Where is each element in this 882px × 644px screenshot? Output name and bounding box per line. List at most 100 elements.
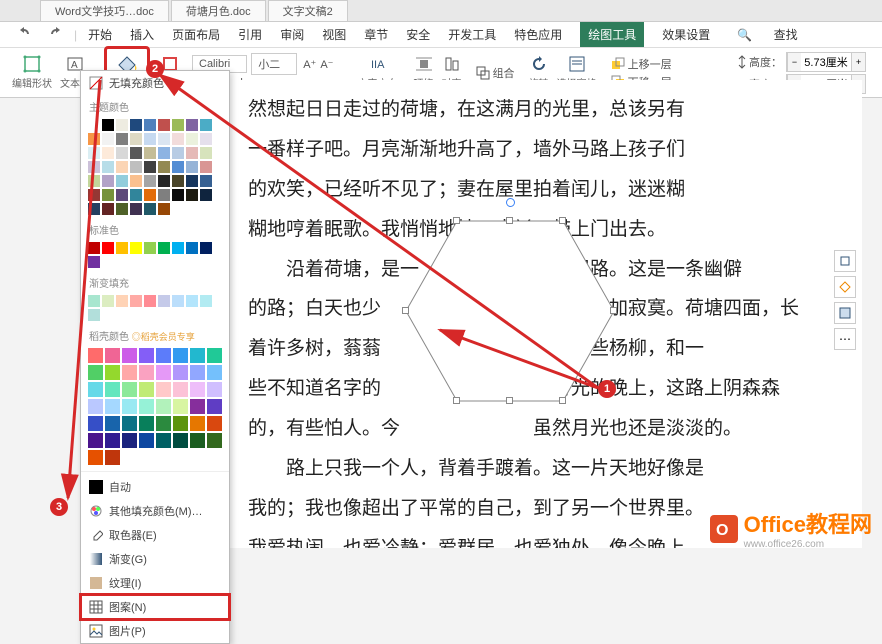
color-swatch[interactable] — [122, 348, 137, 363]
color-swatch[interactable] — [172, 133, 184, 145]
color-swatch[interactable] — [116, 161, 128, 173]
ribbon-tab-references[interactable]: 引用 — [238, 26, 262, 43]
color-swatch[interactable] — [190, 348, 205, 363]
eyedropper-item[interactable]: 取色器(E) — [81, 523, 229, 547]
ribbon-tab-insert[interactable]: 插入 — [130, 26, 154, 43]
resize-handle[interactable] — [506, 397, 513, 404]
picture-item[interactable]: 图片(P) — [81, 619, 229, 643]
color-swatch[interactable] — [156, 416, 171, 431]
more-colors-item[interactable]: 其他填充颜色(M)… — [81, 499, 229, 523]
color-swatch[interactable] — [173, 416, 188, 431]
color-swatch[interactable] — [88, 242, 100, 254]
color-swatch[interactable] — [144, 133, 156, 145]
ribbon-tab-view[interactable]: 视图 — [322, 26, 346, 43]
color-swatch[interactable] — [186, 147, 198, 159]
color-swatch[interactable] — [172, 189, 184, 201]
color-swatch[interactable] — [190, 433, 205, 448]
resize-handle[interactable] — [506, 217, 513, 224]
color-swatch[interactable] — [102, 161, 114, 173]
auto-color-item[interactable]: 自动 — [81, 475, 229, 499]
color-swatch[interactable] — [116, 133, 128, 145]
color-swatch[interactable] — [105, 433, 120, 448]
color-swatch[interactable] — [200, 189, 212, 201]
color-swatch[interactable] — [158, 161, 170, 173]
color-swatch[interactable] — [116, 295, 128, 307]
color-swatch[interactable] — [139, 365, 154, 380]
color-swatch[interactable] — [122, 399, 137, 414]
color-swatch[interactable] — [158, 133, 170, 145]
color-swatch[interactable] — [116, 119, 128, 131]
color-swatch[interactable] — [88, 256, 100, 268]
color-swatch[interactable] — [200, 242, 212, 254]
color-swatch[interactable] — [88, 175, 100, 187]
color-swatch[interactable] — [173, 348, 188, 363]
color-swatch[interactable] — [173, 365, 188, 380]
color-swatch[interactable] — [156, 348, 171, 363]
color-swatch[interactable] — [207, 365, 222, 380]
ribbon-tab-dev[interactable]: 开发工具 — [448, 26, 496, 43]
color-swatch[interactable] — [102, 175, 114, 187]
ribbon-tab-layout[interactable]: 页面布局 — [172, 26, 220, 43]
color-swatch[interactable] — [186, 175, 198, 187]
color-swatch[interactable] — [172, 119, 184, 131]
resize-handle[interactable] — [610, 307, 617, 314]
color-swatch[interactable] — [207, 382, 222, 397]
ribbon-tab-drawing-active[interactable]: 绘图工具 — [580, 22, 644, 47]
color-swatch[interactable] — [88, 348, 103, 363]
find-command[interactable]: 🔍 查找 — [728, 26, 806, 43]
color-swatch[interactable] — [207, 416, 222, 431]
color-swatch[interactable] — [130, 203, 142, 215]
pattern-item[interactable]: 图案(N) — [81, 595, 229, 619]
color-swatch[interactable] — [122, 365, 137, 380]
color-swatch[interactable] — [207, 433, 222, 448]
color-swatch[interactable] — [158, 242, 170, 254]
color-swatch[interactable] — [88, 147, 100, 159]
color-swatch[interactable] — [88, 161, 100, 173]
edit-shape-button[interactable]: 编辑形状 — [8, 53, 56, 92]
height-input[interactable] — [801, 56, 851, 68]
color-swatch[interactable] — [158, 189, 170, 201]
color-swatch[interactable] — [88, 295, 100, 307]
color-swatch[interactable] — [130, 147, 142, 159]
color-swatch[interactable] — [190, 399, 205, 414]
color-swatch[interactable] — [172, 295, 184, 307]
color-swatch[interactable] — [139, 348, 154, 363]
color-swatch[interactable] — [158, 119, 170, 131]
layout-option-button[interactable] — [834, 250, 856, 272]
layout-option-button[interactable] — [834, 276, 856, 298]
color-swatch[interactable] — [105, 399, 120, 414]
color-swatch[interactable] — [116, 147, 128, 159]
doc-tab-3[interactable]: 文字文稿2 — [268, 0, 348, 21]
color-swatch[interactable] — [144, 295, 156, 307]
color-swatch[interactable] — [200, 295, 212, 307]
color-swatch[interactable] — [156, 365, 171, 380]
color-swatch[interactable] — [88, 433, 103, 448]
color-swatch[interactable] — [186, 133, 198, 145]
color-swatch[interactable] — [88, 382, 103, 397]
color-swatch[interactable] — [88, 416, 103, 431]
shrink-font-icon[interactable]: A⁻ — [320, 58, 333, 71]
color-swatch[interactable] — [105, 382, 120, 397]
color-swatch[interactable] — [172, 242, 184, 254]
color-swatch[interactable] — [102, 119, 114, 131]
color-swatch[interactable] — [190, 365, 205, 380]
color-swatch[interactable] — [105, 450, 120, 465]
color-swatch[interactable] — [130, 133, 142, 145]
color-swatch[interactable] — [130, 242, 142, 254]
document-canvas[interactable]: 然想起日日走过的荷塘，在这满月的光里，总该另有 一番样子吧。月亮渐渐地升高了，墙… — [230, 80, 862, 548]
doc-para[interactable]: 的，有些怕人。今 虽然月光也还是淡淡的。 — [248, 409, 844, 449]
ribbon-tab-home[interactable]: 开始 — [88, 26, 112, 43]
color-swatch[interactable] — [186, 119, 198, 131]
color-swatch[interactable] — [102, 295, 114, 307]
resize-handle[interactable] — [402, 307, 409, 314]
resize-handle[interactable] — [453, 217, 460, 224]
ribbon-tab-security[interactable]: 安全 — [406, 26, 430, 43]
height-minus[interactable]: − — [787, 53, 801, 71]
color-swatch[interactable] — [130, 189, 142, 201]
ribbon-tab-effect[interactable]: 效果设置 — [662, 26, 710, 43]
color-swatch[interactable] — [144, 189, 156, 201]
resize-handle[interactable] — [559, 217, 566, 224]
color-swatch[interactable] — [144, 175, 156, 187]
color-swatch[interactable] — [190, 416, 205, 431]
color-swatch[interactable] — [207, 399, 222, 414]
